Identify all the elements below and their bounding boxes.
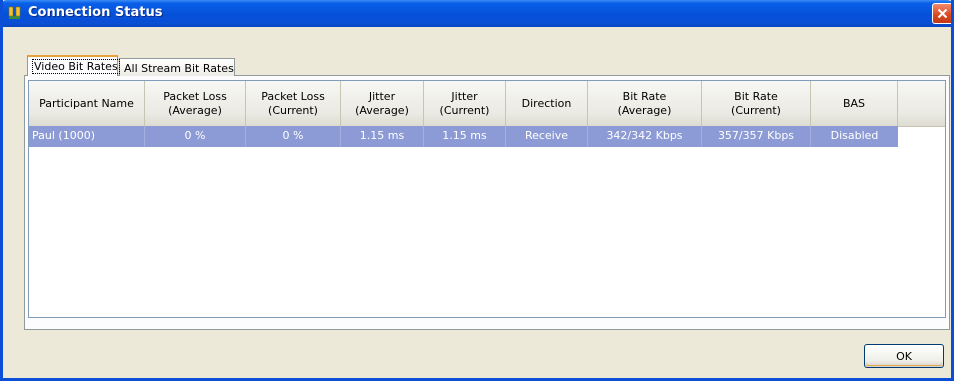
title-bar[interactable]: Connection Status <box>3 0 951 27</box>
column-header-direction[interactable]: Direction <box>506 81 588 126</box>
cell-packet-loss-current: 0 % <box>246 126 341 147</box>
tab-video-bit-rates[interactable]: Video Bit Rates <box>27 55 120 76</box>
ok-button[interactable]: OK <box>864 344 944 368</box>
cell-direction: Receive <box>506 126 588 147</box>
column-header-bit-rate-average[interactable]: Bit Rate (Average) <box>588 81 702 126</box>
table-header: Participant Name Packet Loss (Average) P… <box>29 81 945 127</box>
network-icon <box>8 6 22 20</box>
column-header-bas[interactable]: BAS <box>811 81 898 126</box>
column-header-bit-rate-current[interactable]: Bit Rate (Current) <box>702 81 811 126</box>
connection-table[interactable]: Participant Name Packet Loss (Average) P… <box>28 80 946 318</box>
column-header-jitter-average[interactable]: Jitter (Average) <box>341 81 424 126</box>
table-row[interactable]: Paul (1000) 0 % 0 % 1.15 ms 1.15 ms Rece… <box>29 126 898 147</box>
column-header-jitter-current[interactable]: Jitter (Current) <box>424 81 506 126</box>
cell-jitter-current: 1.15 ms <box>424 126 506 147</box>
ok-button-label: OK <box>896 349 912 363</box>
cell-bas: Disabled <box>830 129 879 142</box>
column-header-participant-name[interactable]: Participant Name <box>29 81 145 126</box>
tab-all-stream-bit-rates[interactable]: All Stream Bit Rates <box>119 58 235 76</box>
column-header-packet-loss-current[interactable]: Packet Loss (Current) <box>246 81 341 126</box>
close-button[interactable] <box>932 3 951 24</box>
tab-label: All Stream Bit Rates <box>124 62 234 75</box>
column-header-packet-loss-average[interactable]: Packet Loss (Average) <box>145 81 246 126</box>
cell-bit-rate-current: 357/357 Kbps <box>702 126 811 147</box>
cell-packet-loss-average: 0 % <box>145 126 246 147</box>
tab-label: Video Bit Rates <box>32 59 120 74</box>
close-icon <box>937 8 948 19</box>
cell-participant-name: Paul (1000) <box>29 126 145 147</box>
cell-jitter-average: 1.15 ms <box>341 126 424 147</box>
window-title: Connection Status <box>28 5 163 20</box>
column-header-filler <box>898 81 945 126</box>
cell-bit-rate-average: 342/342 Kbps <box>588 126 702 147</box>
